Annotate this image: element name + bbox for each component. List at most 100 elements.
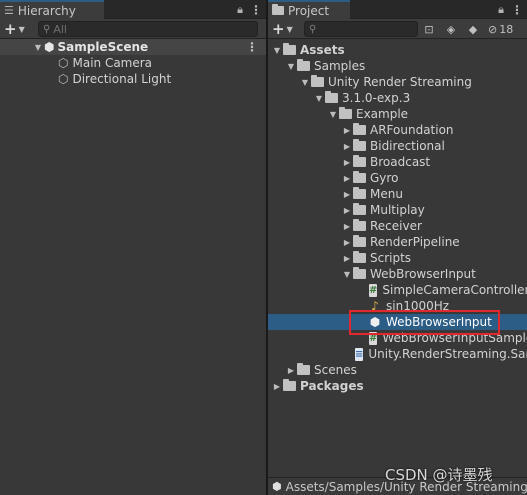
- project-search-field[interactable]: ⚲: [304, 21, 418, 37]
- tree-item-label: 3.1.0-exp.3: [342, 91, 411, 105]
- tree-item-label: Multiplay: [370, 203, 425, 217]
- tree-item-multiplay[interactable]: ▶ Multiplay: [268, 202, 527, 218]
- folder-icon: [353, 203, 366, 215]
- tree-item-menu[interactable]: ▶ Menu: [268, 186, 527, 202]
- tab-hierarchy[interactable]: ☰ Hierarchy: [0, 0, 104, 19]
- tree-item-packages[interactable]: ▶ Packages: [268, 378, 527, 394]
- folder-icon: [353, 155, 366, 167]
- folder-icon: [353, 235, 366, 247]
- hierarchy-search-input[interactable]: [53, 22, 194, 36]
- tree-item-receiver[interactable]: ▶ Receiver: [268, 218, 527, 234]
- more-options-icon[interactable]: ⋮: [250, 3, 262, 17]
- tree-item-label: WebBrowserInput: [386, 315, 492, 329]
- tree-item-webbrowserinput-folder[interactable]: ▼ WebBrowserInput: [268, 266, 527, 282]
- tree-item-webbrowserinputsample[interactable]: # WebBrowserInputSample: [268, 330, 527, 346]
- project-add-button[interactable]: + ▼: [272, 19, 293, 39]
- search-by-type-icon[interactable]: ⊡: [420, 21, 438, 37]
- collapsed-arrow-icon[interactable]: ▶: [285, 366, 297, 375]
- folder-icon: [339, 107, 352, 119]
- tree-item-broadcast[interactable]: ▶ Broadcast: [268, 154, 527, 170]
- project-tab-icons: 🔒︎ ⋮: [498, 0, 523, 19]
- dropdown-arrow-icon: ▼: [286, 24, 293, 34]
- csharp-script-icon: #: [369, 283, 378, 297]
- folder-icon: [297, 363, 310, 375]
- collapsed-arrow-icon[interactable]: ▶: [341, 254, 353, 263]
- dropdown-arrow-icon: ▼: [18, 24, 25, 34]
- hierarchy-tab-label: Hierarchy: [17, 3, 76, 18]
- scene-more-icon[interactable]: ⋮: [246, 40, 258, 54]
- hierarchy-tab-icons: 🔒︎ ⋮: [237, 0, 262, 19]
- collapsed-arrow-icon[interactable]: ▶: [341, 158, 353, 167]
- tree-item-label: Scripts: [370, 251, 412, 265]
- collapsed-arrow-icon[interactable]: ▶: [341, 142, 353, 151]
- tree-item-unity-render-streaming[interactable]: ▼ Unity Render Streaming: [268, 74, 527, 90]
- tree-item-samples[interactable]: ▼ Samples: [268, 58, 527, 74]
- folder-icon: [353, 171, 366, 183]
- tree-item-label: sin1000Hz: [386, 299, 450, 313]
- tree-item-label: Assets: [300, 43, 345, 57]
- gameobject-cube-icon: ⬡: [58, 72, 69, 86]
- tree-item-label: Samples: [314, 59, 366, 73]
- csharp-script-icon: #: [369, 331, 378, 345]
- search-icon: ⚲: [43, 23, 51, 35]
- folder-icon: [353, 219, 366, 231]
- tree-item-version-folder[interactable]: ▼ 3.1.0-exp.3: [268, 90, 527, 106]
- hierarchy-add-button[interactable]: + ▼: [4, 19, 25, 39]
- tree-item-bidirectional[interactable]: ▶ Bidirectional: [268, 138, 527, 154]
- tree-item-sin1000hz[interactable]: ♪ sin1000Hz: [268, 298, 527, 314]
- tree-item-assets[interactable]: ▼ Assets: [268, 42, 527, 58]
- filter-by-label-icon[interactable]: ◆: [464, 21, 482, 37]
- tree-item-renderpipeline[interactable]: ▶ RenderPipeline: [268, 234, 527, 250]
- scene-row[interactable]: ▼ ⬢ SampleScene ⋮: [0, 39, 266, 55]
- collapsed-arrow-icon[interactable]: ▶: [341, 222, 353, 231]
- watermark-text: CSDN @诗墨残: [385, 466, 493, 484]
- tree-item-scenes[interactable]: ▶ Scenes: [268, 362, 527, 378]
- folder-icon: [311, 75, 324, 87]
- expand-arrow-icon[interactable]: ▼: [32, 43, 44, 52]
- hierarchy-toolbar: + ▼ ⚲: [0, 19, 266, 39]
- lock-icon[interactable]: 🔒︎: [237, 3, 243, 17]
- expand-arrow-icon[interactable]: ▼: [313, 94, 325, 103]
- hierarchy-item-directional-light[interactable]: ⬡ Directional Light: [0, 71, 266, 87]
- tree-item-label: SimpleCameraController: [382, 283, 527, 297]
- assembly-definition-icon: ≡: [355, 347, 364, 361]
- search-icon: ⚲: [309, 23, 317, 35]
- tree-item-scripts[interactable]: ▶ Scripts: [268, 250, 527, 266]
- hierarchy-panel: ☰ Hierarchy 🔒︎ ⋮ + ▼ ⚲ ▼ ⬢ SampleScene ⋮…: [0, 0, 266, 495]
- folder-icon: [353, 267, 366, 279]
- collapsed-arrow-icon[interactable]: ▶: [341, 206, 353, 215]
- tree-item-example[interactable]: ▼ Example: [268, 106, 527, 122]
- expand-arrow-icon[interactable]: ▼: [271, 46, 283, 55]
- tree-item-simplecameracontroller[interactable]: # SimpleCameraController: [268, 282, 527, 298]
- tree-item-label: Receiver: [370, 219, 422, 233]
- hierarchy-list-icon: ☰: [4, 4, 14, 17]
- tree-item-label: Example: [356, 107, 409, 121]
- collapsed-arrow-icon[interactable]: ▶: [341, 238, 353, 247]
- hierarchy-search-field[interactable]: ⚲: [38, 21, 258, 37]
- tree-item-arfoundation[interactable]: ▶ ARFoundation: [268, 122, 527, 138]
- tree-item-assembly-definition[interactable]: ≡ Unity.RenderStreaming.Sam: [268, 346, 527, 362]
- collapsed-arrow-icon[interactable]: ▶: [341, 126, 353, 135]
- tab-project[interactable]: Project: [268, 0, 350, 19]
- hierarchy-item-label: Directional Light: [72, 72, 172, 86]
- expand-arrow-icon[interactable]: ▼: [285, 62, 297, 71]
- collapsed-arrow-icon[interactable]: ▶: [341, 190, 353, 199]
- hierarchy-item-main-camera[interactable]: ⬡ Main Camera: [0, 55, 266, 71]
- hidden-packages-toggle[interactable]: ⊘ 18: [488, 21, 524, 37]
- folder-icon: [325, 91, 338, 103]
- tree-item-gyro[interactable]: ▶ Gyro: [268, 170, 527, 186]
- expand-arrow-icon[interactable]: ▼: [327, 110, 339, 119]
- tree-item-webbrowserinput-scene[interactable]: ⬢ WebBrowserInput: [268, 314, 527, 330]
- tree-item-label: WebBrowserInputSample: [382, 331, 527, 345]
- filter-by-type-icon[interactable]: ◈: [442, 21, 460, 37]
- expand-arrow-icon[interactable]: ▼: [341, 270, 353, 279]
- tree-item-label: Broadcast: [370, 155, 431, 169]
- project-search-input[interactable]: [319, 22, 410, 36]
- tree-item-label: Unity.RenderStreaming.Sam: [368, 347, 527, 361]
- collapsed-arrow-icon[interactable]: ▶: [271, 382, 283, 391]
- folder-icon: [353, 123, 366, 135]
- collapsed-arrow-icon[interactable]: ▶: [341, 174, 353, 183]
- more-options-icon[interactable]: ⋮: [511, 3, 523, 17]
- lock-icon[interactable]: 🔒︎: [498, 3, 504, 17]
- expand-arrow-icon[interactable]: ▼: [299, 78, 311, 87]
